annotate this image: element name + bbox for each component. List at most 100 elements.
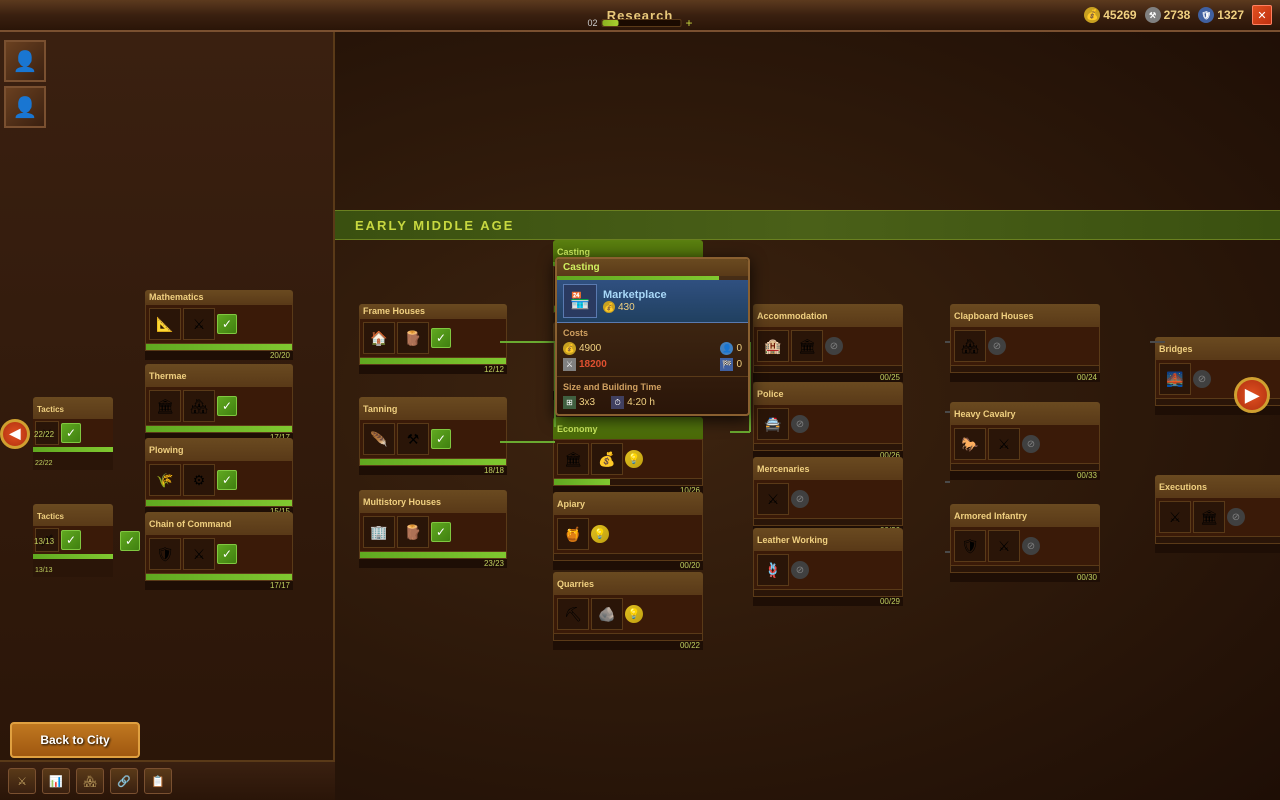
mathematics-node[interactable]: Mathematics 📐 ⚔ ✓ 20/20 (145, 290, 293, 360)
toolbar-btn-3[interactable]: 🏘 (76, 768, 104, 794)
size-grid-row: ⊞ 3x3 (563, 396, 595, 409)
marketplace-name: Marketplace (603, 289, 667, 301)
mathematics-icon2: ⚔ (183, 308, 215, 340)
clapboard-icon: 🏘 (954, 330, 986, 362)
frame-progress: 12/12 (484, 365, 504, 374)
tactics-left-title: Tactics (37, 405, 64, 414)
toolbar-btn-1[interactable]: ⚔ (8, 768, 36, 794)
cavalry-icon: 🐎 (954, 428, 986, 460)
economy-node[interactable]: Economy 🏛 💰 💡 10/26 (553, 417, 703, 495)
clapboard-node[interactable]: Clapboard Houses 🏘 ⊘ 00/24 (950, 304, 1100, 382)
toolbar-btn-2[interactable]: 📊 (42, 768, 70, 794)
apiary-node[interactable]: Apiary 🍯 💡 00/20 (553, 492, 703, 570)
frame-check: ✓ (431, 328, 451, 348)
leather-icon: 🪢 (757, 554, 789, 586)
tanning-title: Tanning (363, 404, 397, 414)
thermae-icon2: 🏘 (183, 390, 215, 422)
tooltip-casting-header: Casting (563, 262, 600, 273)
chain-title: Chain of Command (149, 519, 232, 529)
cost-people-value: 0 (736, 343, 742, 354)
leather-node[interactable]: Leather Working 🪢 ⊘ 00/29 (753, 528, 903, 606)
clapboard-lock: ⊘ (988, 337, 1006, 355)
left-panel: 👤 👤 ◀ Tactics ⚔ ✓ 22/22 Tactics 🗡 (0, 32, 335, 800)
nav-right-arrow[interactable]: ▶ (1234, 377, 1270, 413)
quarries-title: Quarries (557, 579, 594, 589)
sword-value: 2738 (1164, 8, 1191, 22)
avatar-1[interactable]: 👤 (4, 40, 46, 82)
mercenaries-lock: ⊘ (791, 490, 809, 508)
mercenaries-node[interactable]: Mercenaries ⚔ ⊘ 00/26 (753, 457, 903, 535)
tanning-node[interactable]: Tanning 🪶 ⚒ ✓ 18/18 (359, 397, 507, 475)
research-progress-bar (602, 19, 682, 27)
casting-title: Casting (557, 247, 590, 257)
tactics-mid-check: ✓ (61, 530, 81, 550)
cost-gold-row: 💰 4900 (563, 342, 601, 355)
quarries-icon2: 🪨 (591, 598, 623, 630)
leather-title: Leather Working (757, 535, 828, 545)
avatar-2[interactable]: 👤 (4, 86, 46, 128)
frame-houses-node[interactable]: Frame Houses 🏠 🪵 ✓ 12/12 (359, 304, 507, 374)
executions-lock: ⊘ (1227, 508, 1245, 526)
nav-left-arrow[interactable]: ◀ (0, 419, 30, 449)
gold-icon: 💰 (1084, 7, 1100, 23)
multistory-check: ✓ (431, 522, 451, 542)
accommodation-icon2: 🏛 (791, 330, 823, 362)
economy-bulb: 💡 (625, 450, 643, 468)
toolbar-btn-5[interactable]: 📋 (144, 768, 172, 794)
accommodation-icon1: 🏨 (757, 330, 789, 362)
multistory-title: Multistory Houses (363, 497, 441, 507)
size-grid-icon: ⊞ (563, 396, 576, 409)
shield-resource: 🛡 1327 (1198, 7, 1244, 23)
police-lock: ⊘ (791, 415, 809, 433)
armored-node[interactable]: Armored Infantry 🛡 ⚔ ⊘ 00/30 (950, 504, 1100, 582)
frame-icon1: 🏠 (363, 322, 395, 354)
bottom-toolbar: ⚔ 📊 🏘 🔗 📋 (0, 760, 335, 800)
tanning-check: ✓ (431, 429, 451, 449)
thermae-icon1: 🏛 (149, 390, 181, 422)
multistory-progress: 23/23 (484, 559, 504, 568)
toolbar-btn-4[interactable]: 🔗 (110, 768, 138, 794)
tactics-mid-progress2: 13/13 (34, 537, 54, 546)
police-node[interactable]: Police 🚔 ⊘ 00/26 (753, 382, 903, 460)
chain-progress: 17/17 (270, 581, 290, 590)
close-button[interactable]: ✕ (1252, 5, 1272, 25)
executions-node[interactable]: Executions ⚔ 🏛 ⊘ 00/20 (1155, 475, 1280, 553)
thermae-node[interactable]: Thermae 🏛 🏘 ✓ 17/17 (145, 364, 293, 442)
progress-fill (603, 20, 619, 26)
thermae-title: Thermae (149, 371, 187, 381)
cost-sword-value: 18200 (579, 359, 607, 370)
police-title: Police (757, 389, 784, 399)
size-clock-icon: ⏱ (611, 396, 624, 409)
chain-node[interactable]: Chain of Command 🛡 ⚔ ✓ 17/17 (145, 512, 293, 590)
economy-icon1: 🏛 (557, 443, 589, 475)
multistory-icon1: 🏢 (363, 516, 395, 548)
tactics-mid-progress: 13/13 (35, 567, 53, 574)
mathematics-icon: 📐 (149, 308, 181, 340)
multistory-node[interactable]: Multistory Houses 🏢 🪵 ✓ 23/23 (359, 490, 507, 568)
gold-resource: 💰 45269 (1084, 7, 1136, 23)
plowing-node[interactable]: Plowing 🌾 ⚙ ✓ 15/15 (145, 438, 293, 516)
armored-icon: 🛡 (954, 530, 986, 562)
size-time-value: 4:20 h (627, 397, 655, 408)
sword-icon: ⚒ (1145, 7, 1161, 23)
plus-icon[interactable]: + (686, 16, 693, 30)
cavalry-icon2: ⚔ (988, 428, 1020, 460)
multistory-icon2: 🪵 (397, 516, 429, 548)
marketplace-icon: 🏪 (563, 284, 597, 318)
cost-people-row: 👤 0 (720, 342, 742, 355)
back-to-city-button[interactable]: Back to City (10, 722, 140, 758)
quarries-node[interactable]: Quarries ⛏ 🪨 💡 00/22 (553, 572, 703, 650)
cost-gold-value: 4900 (579, 343, 601, 354)
accommodation-node[interactable]: Accommodation 🏨 🏛 ⊘ 00/25 (753, 304, 903, 382)
bridges-lock: ⊘ (1193, 370, 1211, 388)
bridges-title: Bridges (1159, 344, 1193, 354)
tanning-progress: 18/18 (484, 466, 504, 475)
shield-value: 1327 (1217, 8, 1244, 22)
heavy-cavalry-node[interactable]: Heavy Cavalry 🐎 ⚔ ⊘ 00/33 (950, 402, 1100, 480)
police-icon: 🚔 (757, 408, 789, 440)
armored-icon2: ⚔ (988, 530, 1020, 562)
accommodation-lock: ⊘ (825, 337, 843, 355)
apiary-title: Apiary (557, 499, 585, 509)
plowing-check: ✓ (217, 470, 237, 490)
shield-icon: 🛡 (1198, 7, 1214, 23)
